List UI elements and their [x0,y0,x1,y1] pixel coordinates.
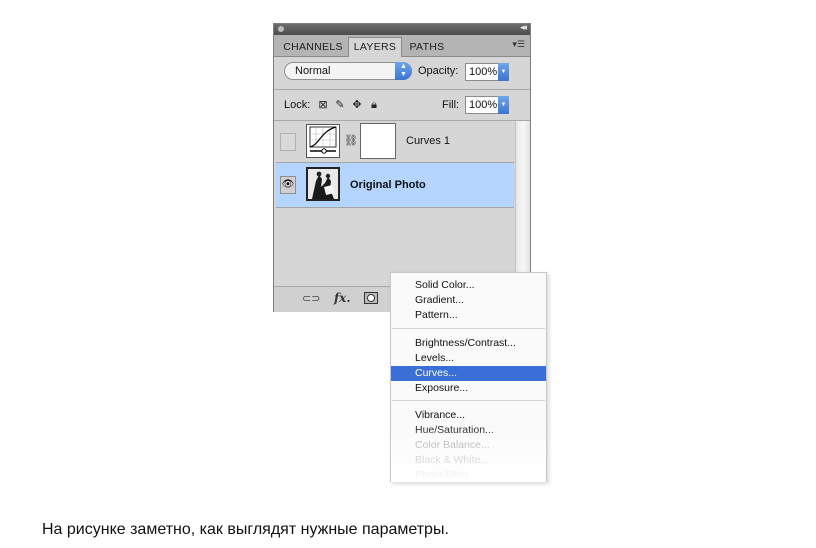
panel-tabbar: CHANNELS LAYERS PATHS ▾☰ [274,35,530,57]
lock-all-icon[interactable]: 🔒︎ [368,99,380,111]
fx-icon[interactable]: fx. [334,291,351,305]
stepper-arrows-icon[interactable]: ▲ ▼ [395,62,412,80]
panel-menu-icon[interactable]: ▾☰ [512,40,525,50]
menu-item-solid-color[interactable]: Solid Color... [391,278,546,293]
layer-mask-thumbnail[interactable] [360,123,396,159]
add-mask-icon[interactable] [364,292,378,306]
collapse-icon[interactable]: ◂◂ [520,23,527,33]
close-icon[interactable] [278,26,284,32]
lock-brush-icon[interactable]: ✎ [334,99,346,111]
visibility-toggle[interactable] [280,133,296,151]
lock-label: Lock: [284,99,311,111]
menu-item-brightness-contrast[interactable]: Brightness/Contrast... [391,336,546,351]
lock-move-icon[interactable]: ✥ [351,99,363,111]
layers-panel: ◂◂ CHANNELS LAYERS PATHS ▾☰ Normal ▲ ▼ Op… [273,23,531,312]
opacity-label: Opacity: [418,65,459,77]
lock-row: Lock: ⊠ ✎ ✥ 🔒︎ Fill: 100% ▼ [274,90,530,121]
eye-icon[interactable]: 👁︎ [280,176,296,194]
menu-item-vibrance[interactable]: Vibrance... [391,408,546,423]
menu-item-gradient[interactable]: Gradient... [391,293,546,308]
curves-adjustment-icon [306,124,340,158]
menu-item-photo-filter[interactable]: Photo Filter... [391,468,546,482]
menu-divider [392,400,545,401]
photo-thumbnail [306,167,340,201]
blend-mode-value: Normal [295,65,331,77]
menu-divider [392,328,545,329]
menu-item-color-balance[interactable]: Color Balance... [391,438,546,453]
fill-label: Fill: [442,99,460,111]
menu-item-hue-saturation[interactable]: Hue/Saturation... [391,423,546,438]
opacity-value: 100% [469,66,498,78]
layer-name: Original Photo [350,179,426,191]
tab-paths[interactable]: PATHS [402,38,452,56]
layer-row-curves[interactable]: ⛓ Curves 1 [276,121,514,163]
menu-item-levels[interactable]: Levels... [391,351,546,366]
caption-text: На рисунке заметно, как выглядят нужные … [42,521,449,538]
menu-item-pattern[interactable]: Pattern... [391,308,546,323]
tab-channels[interactable]: CHANNELS [278,38,348,56]
lock-transparent-icon[interactable]: ⊠ [317,99,329,111]
scrollbar[interactable] [515,121,530,286]
menu-item-exposure[interactable]: Exposure... [391,381,546,396]
layer-row-original-photo[interactable]: 👁︎ Original Photo [276,163,514,208]
panel-titlebar: ◂◂ [274,23,530,35]
layers-list: ⛓ Curves 1 👁︎ Original Photo [274,121,530,286]
opacity-field[interactable]: 100% ▼ [465,63,509,81]
layer-name: Curves 1 [406,135,451,147]
chevron-down-icon[interactable]: ▼ [498,96,509,114]
blend-row: Normal ▲ ▼ Opacity: 100% ▼ [274,57,530,90]
tab-layers[interactable]: LAYERS [348,37,402,57]
fill-value: 100% [469,99,498,111]
fill-field[interactable]: 100% ▼ [465,96,509,114]
link-layers-icon[interactable]: ⊂⊃ [302,292,320,306]
menu-item-curves[interactable]: Curves... [391,366,546,381]
chevron-down-icon[interactable]: ▼ [498,63,509,81]
adjustment-layer-menu: Solid Color... Gradient... Pattern... Br… [390,272,547,482]
blend-mode-select[interactable]: Normal ▲ ▼ [284,62,412,80]
link-icon[interactable]: ⛓ [344,134,358,147]
menu-item-black-white[interactable]: Black & White... [391,453,546,468]
